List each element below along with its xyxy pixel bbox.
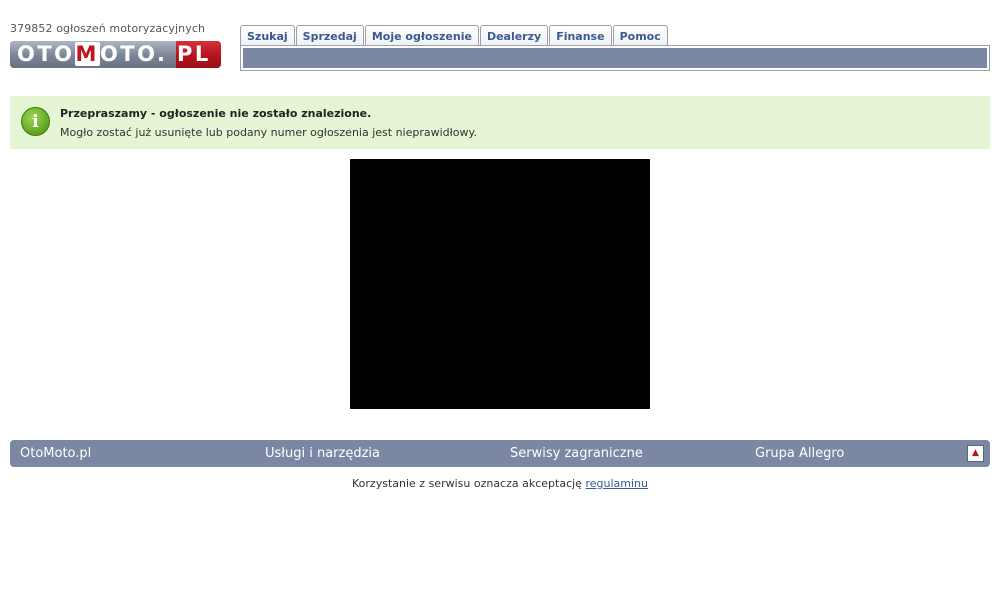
otomoto-logo[interactable]: OTOMOTO. PL: [10, 41, 221, 68]
logo-main-part: OTOMOTO.: [10, 41, 176, 68]
notice-title: Przepraszamy - ogłoszenie nie zostało zn…: [60, 107, 372, 120]
footer-link-serwisy[interactable]: Serwisy zagraniczne: [510, 446, 643, 461]
logo-text: OTOMOTO.: [17, 42, 168, 66]
info-icon: i: [21, 107, 50, 136]
notice-text: Mogło zostać już usunięte lub podany num…: [60, 126, 477, 139]
terms-text: Korzystanie z serwisu oznacza akceptację: [352, 477, 582, 490]
footer-link-grupa-allegro[interactable]: Grupa Allegro: [755, 446, 844, 461]
terms-notice: Korzystanie z serwisu oznacza akceptację…: [0, 477, 1000, 490]
main-tabs: Szukaj Sprzedaj Moje ogłoszenie Dealerzy…: [240, 25, 669, 47]
footer-link-otomoto[interactable]: OtoMoto.pl: [20, 446, 91, 461]
footer-link-uslugi[interactable]: Usługi i narzędzia: [265, 446, 380, 461]
sub-navigation-bar-fill: [243, 48, 987, 68]
listing-count: 379852 ogłoszeń motoryzacyjnych: [10, 22, 206, 35]
tab-sprzedaj[interactable]: Sprzedaj: [295, 25, 364, 47]
terms-link[interactable]: regulaminu: [585, 477, 648, 490]
arrow-up-icon: ▲: [972, 448, 979, 458]
not-found-notice: i Przepraszamy - ogłoszenie nie zostało …: [10, 96, 990, 149]
tab-pomoc[interactable]: Pomoc: [612, 25, 668, 47]
sub-navigation-bar: [240, 45, 990, 71]
tab-moje-ogloszenie[interactable]: Moje ogłoszenie: [364, 25, 479, 47]
logo-pl-part: PL: [176, 41, 221, 68]
ad-banner[interactable]: [350, 159, 650, 409]
logo-pl-text: PL: [177, 42, 211, 66]
tab-szukaj[interactable]: Szukaj: [240, 25, 295, 47]
tab-finanse[interactable]: Finanse: [549, 25, 612, 47]
footer-bar: OtoMoto.pl Usługi i narzędzia Serwisy za…: [10, 440, 990, 467]
tab-dealerzy[interactable]: Dealerzy: [479, 25, 549, 47]
scroll-to-top-button[interactable]: ▲: [967, 445, 984, 462]
